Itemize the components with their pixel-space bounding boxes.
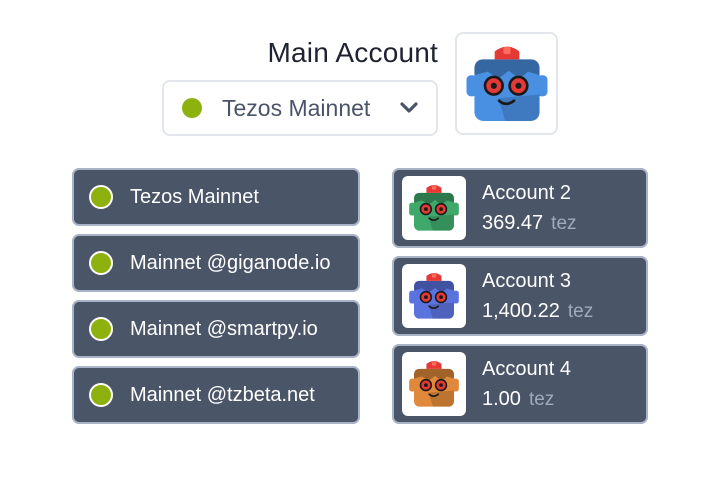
robot-avatar-icon xyxy=(463,40,551,128)
network-status-dot xyxy=(89,383,113,407)
network-item-smartpy[interactable]: Mainnet @smartpy.io xyxy=(72,300,360,358)
network-status-dot xyxy=(182,98,202,118)
network-selector-label: Tezos Mainnet xyxy=(222,94,371,121)
balance-unit: tez xyxy=(567,300,594,322)
robot-avatar-icon xyxy=(407,357,461,411)
network-item-label: Tezos Mainnet xyxy=(130,185,259,208)
robot-avatar-icon xyxy=(407,181,461,235)
account-item-2[interactable]: Account 2 369.47 tez xyxy=(392,168,648,248)
chevron-down-icon xyxy=(400,102,418,113)
balance-unit: tez xyxy=(528,388,555,410)
account-name: Account 4 xyxy=(482,357,571,380)
robot-avatar-icon xyxy=(407,269,461,323)
network-item-label: Mainnet @giganode.io xyxy=(130,251,331,274)
network-selector[interactable]: Tezos Mainnet xyxy=(162,80,438,136)
account-title: Main Account xyxy=(267,37,438,68)
network-status-dot xyxy=(89,185,113,209)
network-item-label: Mainnet @tzbeta.net xyxy=(130,383,315,406)
network-item-tezos-mainnet[interactable]: Tezos Mainnet xyxy=(72,168,360,226)
account-name: Account 2 xyxy=(482,181,571,204)
account-balance: 369.47 xyxy=(482,211,544,234)
account-avatar[interactable] xyxy=(455,32,558,135)
account-avatar xyxy=(402,352,466,416)
account-item-4[interactable]: Account 4 1.00 tez xyxy=(392,344,648,424)
account-balance: 1.00 xyxy=(482,387,521,410)
account-balance: 1,400.22 xyxy=(482,299,560,322)
network-item-label: Mainnet @smartpy.io xyxy=(130,317,318,340)
account-avatar xyxy=(402,176,466,240)
network-status-dot xyxy=(89,251,113,275)
balance-unit: tez xyxy=(551,212,577,234)
account-avatar xyxy=(402,264,466,328)
account-name: Account 3 xyxy=(482,269,571,292)
network-item-tzbeta[interactable]: Mainnet @tzbeta.net xyxy=(72,366,360,424)
account-item-3[interactable]: Account 3 1,400.22 tez xyxy=(392,256,648,336)
network-item-giganode[interactable]: Mainnet @giganode.io xyxy=(72,234,360,292)
network-status-dot xyxy=(89,317,113,341)
